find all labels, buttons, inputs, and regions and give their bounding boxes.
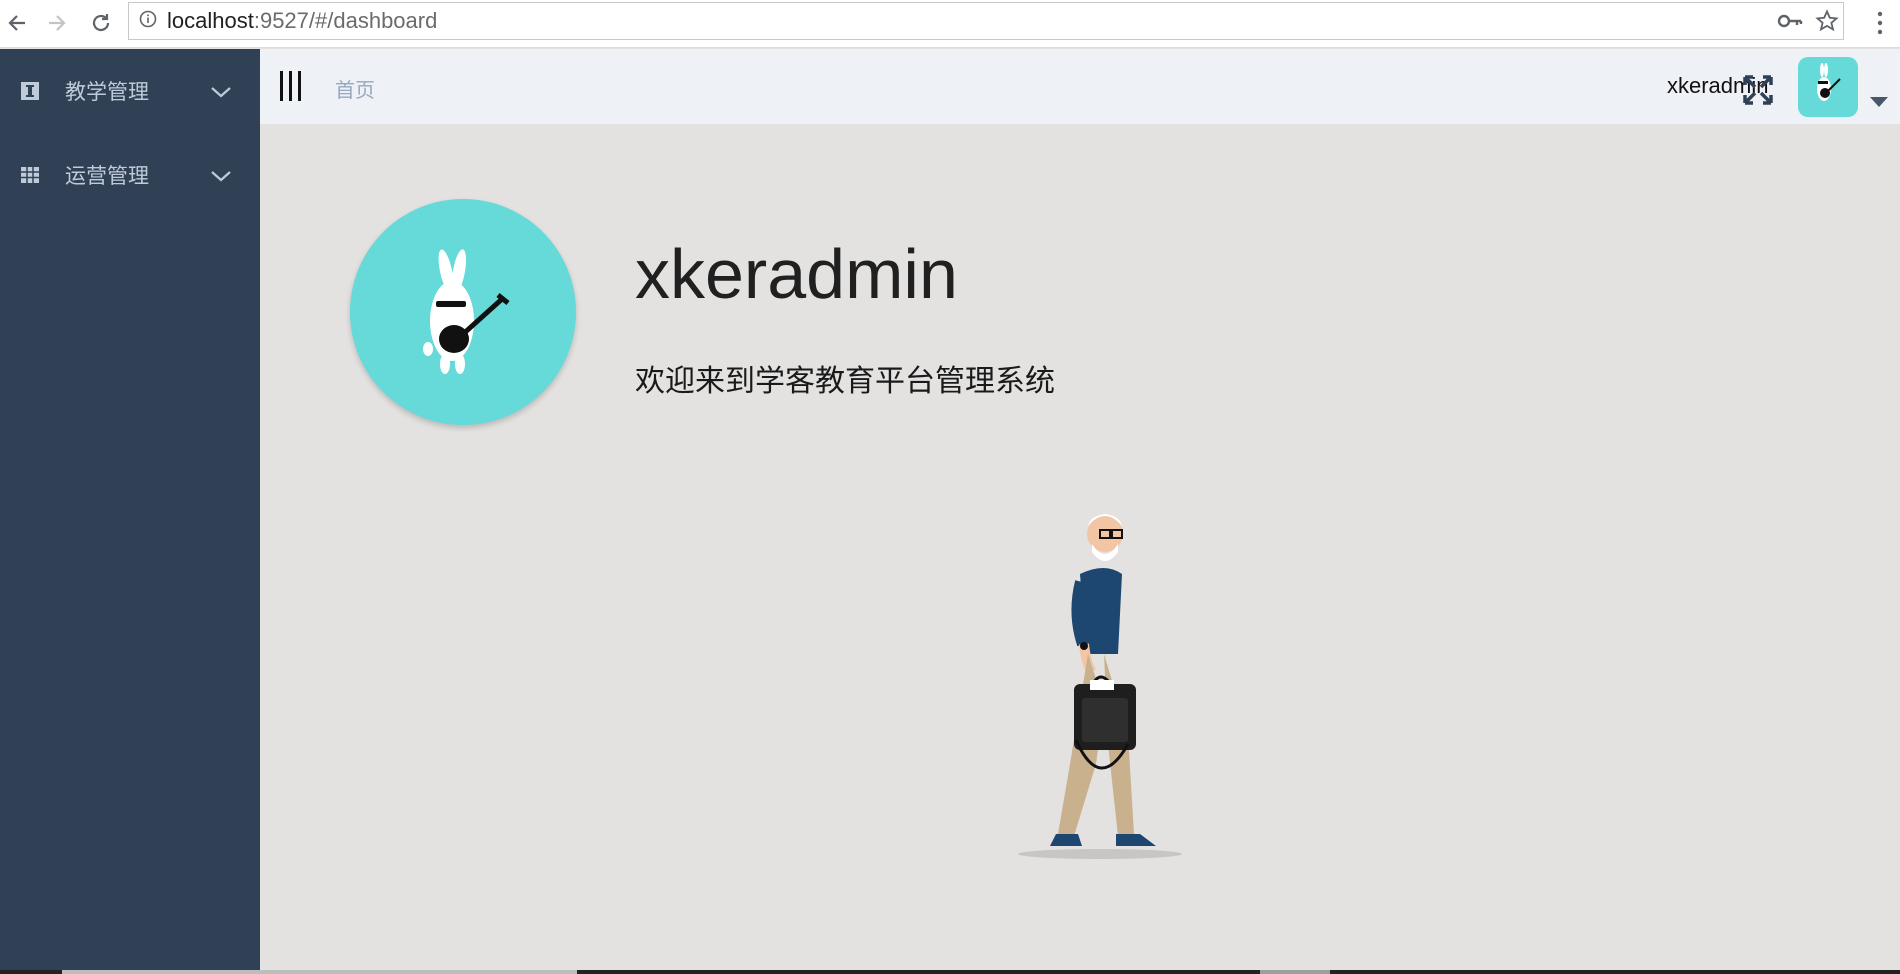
url-host: localhost <box>167 8 254 33</box>
dashboard-main: xkeradmin 欢迎来到学客教育平台管理系统 <box>260 124 1900 970</box>
browser-toolbar: localhost:9527/#/dashboard <box>0 0 1900 48</box>
sidebar-item-label: 教学管理 <box>65 81 149 104</box>
breadcrumb[interactable]: 首页 <box>335 74 375 103</box>
browser-menu-icon[interactable] <box>1876 10 1884 41</box>
profile-avatar <box>350 199 576 425</box>
key-icon[interactable] <box>1777 9 1803 38</box>
walking-man-illustration <box>1000 504 1200 864</box>
forward-icon[interactable] <box>42 8 72 38</box>
taskbar-segment <box>62 970 577 974</box>
top-navbar: 首页 xkeradmin <box>260 49 1900 124</box>
star-icon[interactable] <box>1815 9 1839 38</box>
info-icon[interactable] <box>139 10 157 33</box>
fullscreen-icon[interactable] <box>1743 75 1773 105</box>
sidebar-item-operations[interactable]: 运营管理 <box>0 133 260 217</box>
avatar[interactable] <box>1798 57 1858 117</box>
url-path: :9527/#/dashboard <box>253 8 438 33</box>
welcome-message: 欢迎来到学客教育平台管理系统 <box>635 365 1055 398</box>
profile-name: xkeradmin <box>635 235 958 313</box>
back-icon[interactable] <box>2 8 32 38</box>
hamburger-icon[interactable] <box>278 69 304 103</box>
sidebar-item-label: 运营管理 <box>65 165 149 188</box>
sidebar: 教学管理 运营管理 <box>0 49 260 970</box>
chevron-down-icon[interactable] <box>210 169 232 183</box>
book-icon <box>20 81 40 101</box>
address-bar[interactable]: localhost:9527/#/dashboard <box>128 2 1844 40</box>
reload-icon[interactable] <box>86 8 116 38</box>
table-icon <box>20 165 40 185</box>
taskbar-strip <box>0 970 1900 974</box>
chevron-down-icon[interactable] <box>210 85 232 99</box>
taskbar-segment <box>1260 970 1330 974</box>
caret-down-icon[interactable] <box>1870 97 1888 107</box>
sidebar-item-teaching[interactable]: 教学管理 <box>0 49 260 133</box>
